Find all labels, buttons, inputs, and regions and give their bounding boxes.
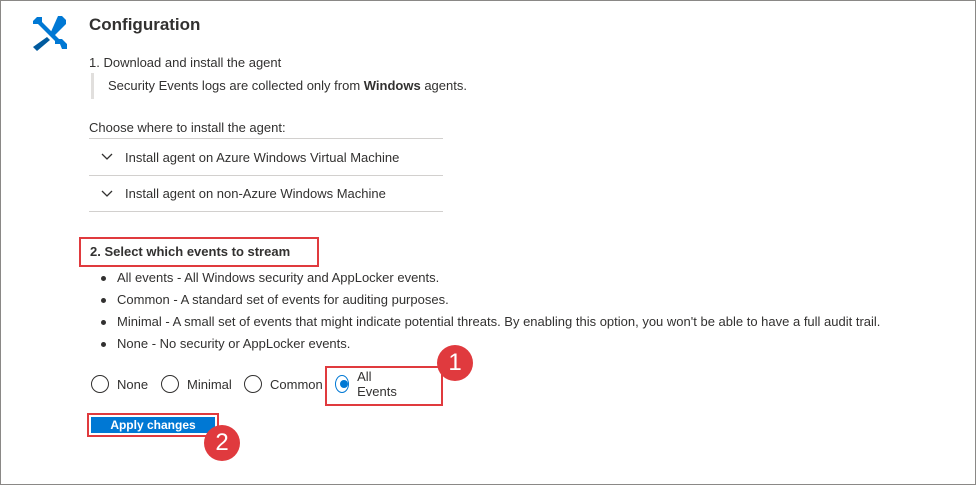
windows-agent-note: Security Events logs are collected only … xyxy=(91,73,467,99)
note-bold: Windows xyxy=(363,78,421,93)
install-location-heading: Choose where to install the agent: xyxy=(89,120,286,135)
radio-circle xyxy=(244,375,262,393)
radio-minimal[interactable]: Minimal xyxy=(161,373,232,395)
accordion-non-azure[interactable]: Install agent on non-Azure Windows Machi… xyxy=(89,175,443,212)
radio-label: Minimal xyxy=(187,376,232,392)
radio-circle xyxy=(91,375,109,393)
note-suffix: agents. xyxy=(420,78,467,93)
list-item: Common - A standard set of events for au… xyxy=(101,289,880,311)
event-options-list: All events - All Windows security and Ap… xyxy=(101,267,880,355)
apply-button-highlight: Apply changes xyxy=(87,413,219,437)
configuration-panel: Configuration 1. Download and install th… xyxy=(0,0,976,485)
radio-circle xyxy=(161,375,179,393)
accordion-label: Install agent on Azure Windows Virtual M… xyxy=(125,149,400,165)
callout-badge-1: 1 xyxy=(437,345,473,381)
note-prefix: Security Events logs are collected only … xyxy=(108,78,364,93)
radio-label: None xyxy=(117,376,149,392)
page-title: Configuration xyxy=(89,15,201,34)
radio-none[interactable]: None xyxy=(91,373,148,395)
all-events-highlight xyxy=(325,366,443,406)
step2-heading: 2. Select which events to stream xyxy=(79,237,319,267)
list-item: None - No security or AppLocker events. xyxy=(101,333,880,355)
accordion-label: Install agent on non-Azure Windows Machi… xyxy=(125,186,386,201)
chevron-down-icon xyxy=(89,190,125,198)
step1-heading: 1. Download and install the agent xyxy=(89,55,282,70)
chevron-down-icon xyxy=(89,153,125,161)
list-item: Minimal - A small set of events that mig… xyxy=(101,311,880,333)
apply-changes-button[interactable]: Apply changes xyxy=(91,417,215,433)
tools-icon xyxy=(33,16,67,51)
radio-label: Common xyxy=(270,376,323,392)
accordion-azure-vm[interactable]: Install agent on Azure Windows Virtual M… xyxy=(89,138,443,175)
callout-badge-2: 2 xyxy=(204,425,240,461)
radio-common[interactable]: Common xyxy=(244,373,323,395)
list-item: All events - All Windows security and Ap… xyxy=(101,267,880,289)
